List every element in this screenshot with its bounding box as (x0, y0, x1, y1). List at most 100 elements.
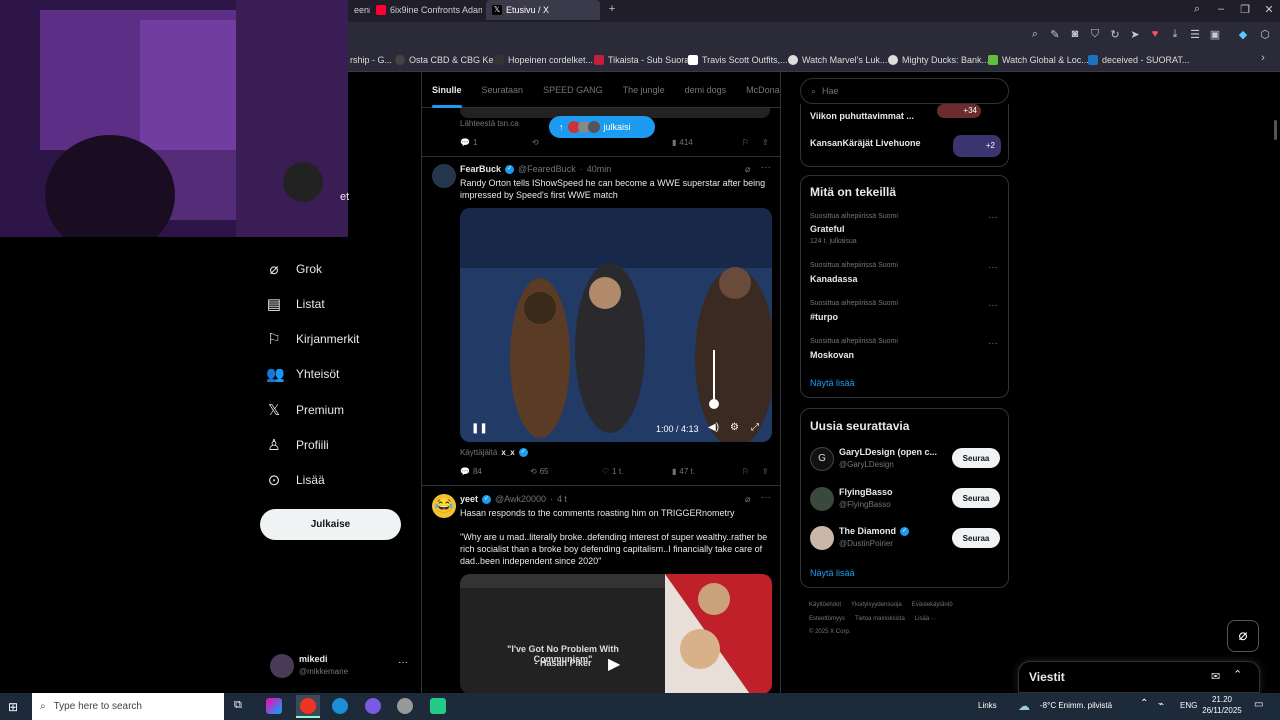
post-button[interactable]: Julkaise (260, 509, 401, 540)
fullscreen-icon[interactable]: ⤢ (751, 422, 759, 433)
views-button[interactable]: ▮ 47 t. (672, 467, 695, 476)
more-dots-icon[interactable]: ··· (761, 492, 771, 503)
repost-button[interactable]: ⟲ 65 (530, 467, 549, 476)
reply-button[interactable]: 💬 84 (460, 467, 482, 476)
nav-item-communities[interactable]: 👥 Yhteisöt (266, 365, 339, 383)
show-more-link[interactable]: Näytä lisää (810, 378, 855, 388)
bookmark-button[interactable]: ⚐ (742, 467, 749, 476)
trend-name[interactable]: Moskovan (810, 350, 854, 360)
search-icon[interactable]: ⌕ (1190, 3, 1204, 16)
heart-icon[interactable]: ♥ (1148, 28, 1162, 40)
suggested-user-name[interactable]: The Diamond (839, 526, 896, 536)
link-source[interactable]: Lähteestä tsn.ca (460, 119, 519, 128)
nav-partial-item[interactable]: et (340, 191, 349, 203)
author-name[interactable]: yeet (460, 494, 478, 504)
minimize-icon[interactable]: – (1214, 3, 1228, 15)
avatar[interactable]: G (810, 447, 834, 471)
bookmark-item[interactable]: Osta CBD & CBG Ke... (395, 52, 501, 68)
show-more-link[interactable]: Näytä lisää (810, 568, 855, 578)
new-posts-pill[interactable]: ↑ julkaisi (549, 116, 655, 138)
links-toolbar[interactable]: Links (978, 701, 997, 710)
grok-icon[interactable]: ⌀ (745, 164, 750, 175)
avatar[interactable] (432, 164, 456, 188)
chevron-up-icon[interactable]: ⌃ (1140, 698, 1148, 709)
account-switcher[interactable]: mikedi @mikkemane ··· (266, 652, 416, 680)
chevron-right-icon[interactable]: › (1256, 52, 1270, 64)
grok-icon[interactable]: ⌀ (745, 494, 750, 505)
space-title[interactable]: Viikon puhuttavimmat ... (810, 111, 914, 121)
clock-date[interactable]: 26/11/2025 (1198, 706, 1246, 715)
more-dots-icon[interactable]: ··· (761, 162, 771, 173)
refresh-icon[interactable]: ↻ (1108, 28, 1122, 41)
bookmark-item[interactable]: Hopeinen cordelket... (494, 52, 593, 68)
tab-mcdonalds[interactable]: McDonalds (736, 85, 780, 95)
windows-start-icon[interactable]: ⊞ (8, 700, 18, 714)
views-button[interactable]: ▮ 414 (672, 138, 693, 147)
nav-item-bookmarks[interactable]: ⚐ Kirjanmerkit (266, 330, 359, 348)
edit-icon[interactable]: ✎ (1048, 28, 1062, 41)
nav-item-profile[interactable]: ♙ Profiili (266, 436, 328, 454)
nav-item-premium[interactable]: 𝕏 Premium (266, 401, 344, 419)
listeners-badge[interactable]: +34 (937, 104, 981, 118)
reply-button[interactable]: 💬 1 (460, 138, 477, 147)
video-thumbnail[interactable]: "I've Got No Problem With Communism" - H… (460, 574, 772, 693)
tab-following[interactable]: Seurataan (472, 85, 534, 95)
pause-icon[interactable]: ❚❚ (471, 423, 488, 434)
app-icon[interactable] (430, 698, 446, 714)
nav-item-more[interactable]: ⊙ Lisää (266, 471, 325, 489)
space-title[interactable]: KansanKäräjät Livehuone (810, 138, 921, 148)
footer-link[interactable]: Tietoa mainoksista (855, 616, 905, 622)
settings-icon[interactable]: ⚙ (730, 422, 739, 433)
follow-button[interactable]: Seuraa (952, 448, 1000, 468)
bookmark-item[interactable]: deceived - SUORAT... (1088, 52, 1189, 68)
search-page-icon[interactable]: ⌕ (1028, 28, 1042, 41)
volume-slider-handle[interactable] (709, 399, 719, 409)
tab-demi-dogs[interactable]: demi dogs (675, 85, 737, 95)
app-icon[interactable] (397, 698, 413, 714)
footer-link[interactable]: Yksityisyydensuoja (851, 602, 902, 608)
suggested-user-handle[interactable]: @DustinPoirier (839, 539, 893, 548)
suggested-user-name[interactable]: FlyingBasso (839, 487, 893, 497)
suggested-user-name[interactable]: GaryLDesign (open c... (839, 447, 937, 457)
nav-item-lists[interactable]: ▤ Listat (266, 295, 325, 313)
author-name[interactable]: FearBuck (460, 164, 501, 174)
camera-icon[interactable]: ◙ (1068, 28, 1082, 40)
send-icon[interactable]: ➤ (1128, 28, 1142, 41)
trend-name[interactable]: Grateful (810, 224, 845, 234)
follow-button[interactable]: Seuraa (952, 488, 1000, 508)
menu-icon[interactable]: ☰ (1188, 28, 1202, 41)
video-player[interactable]: ❚❚ 1:00 / 4:13 ◀) ⚙ ⤢ (460, 208, 772, 442)
share-button[interactable]: ⇪ (762, 467, 769, 476)
bookmark-item[interactable]: Travis Scott Outfits,... (688, 52, 788, 68)
bookmark-item[interactable]: Mighty Ducks: Bank... (888, 52, 989, 68)
extension-icon[interactable]: ◆ (1236, 28, 1250, 41)
discord-icon[interactable] (365, 698, 381, 714)
footer-link[interactable]: Käyttöehdot (809, 602, 841, 608)
trend-name[interactable]: Kanadassa (810, 274, 858, 284)
cube-icon[interactable]: ⬡ (1258, 28, 1272, 41)
scrollbar-thumb[interactable] (1274, 120, 1277, 140)
avatar[interactable] (810, 487, 834, 511)
volume-icon[interactable]: ◀) (708, 422, 719, 433)
like-button[interactable]: ♡ 1 t. (602, 467, 623, 476)
more-dots-icon[interactable]: ··· (988, 300, 998, 311)
browser-tab[interactable]: eeni (348, 0, 370, 20)
repost-button[interactable]: ⟲ (532, 138, 539, 147)
close-icon[interactable]: ✕ (1262, 3, 1276, 16)
tweet-time[interactable]: 4 t (557, 494, 567, 504)
footer-link[interactable]: Esteettömyys (809, 616, 845, 622)
share-button[interactable]: ⇪ (762, 138, 769, 147)
more-dots-icon[interactable]: ··· (988, 338, 998, 349)
shield-icon[interactable]: ⛉ (1088, 28, 1102, 41)
messages-drawer[interactable]: Viestit ✉ ⌃ (1018, 661, 1260, 693)
grok-float-button[interactable]: ⌀ (1227, 620, 1259, 652)
download-icon[interactable]: ⤓ (1168, 28, 1182, 41)
notification-icon[interactable]: ▭ (1254, 699, 1263, 710)
tweet-time[interactable]: 40min (587, 164, 612, 174)
tab-speed-gang[interactable]: SPEED GANG (533, 85, 613, 95)
app-icon[interactable] (266, 698, 282, 714)
network-icon[interactable]: ⌁ (1158, 699, 1164, 710)
weather-text[interactable]: -8°C Enimm. pilvistä (1040, 701, 1112, 710)
edge-icon[interactable] (332, 698, 348, 714)
avatar[interactable]: 😂 (432, 494, 456, 518)
